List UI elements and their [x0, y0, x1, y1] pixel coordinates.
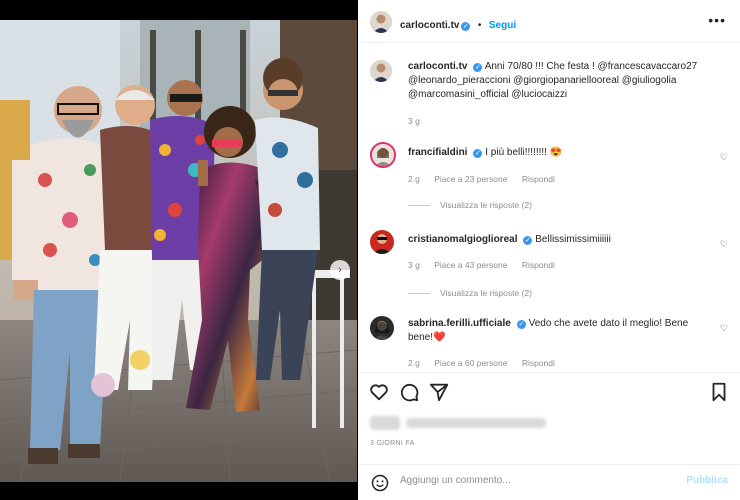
view-replies-button[interactable]: Visualizza le risposte (2): [408, 288, 532, 298]
like-comment-icon[interactable]: ♡: [720, 323, 728, 334]
avatar[interactable]: [370, 230, 394, 254]
comment-username[interactable]: francifialdini: [408, 147, 467, 158]
avatar[interactable]: [370, 60, 392, 82]
post-date: 3 GIORNI FA: [370, 440, 415, 447]
reply-button[interactable]: Rispondi: [522, 174, 555, 184]
comment-item: francifialdini ✓ I più belli!!!!!!!! 😍 ♡ …: [370, 142, 730, 222]
avatar-image: [370, 316, 394, 340]
comment-text-block: sabrina.ferilli.ufficiale ✓ Vedo che avet…: [408, 317, 698, 345]
avatar-image: [370, 11, 392, 33]
like-comment-icon[interactable]: ♡: [720, 152, 728, 163]
comment-time: 3 g: [408, 260, 420, 270]
photo-illustration: [0, 20, 357, 482]
comment-meta: 2 g Piace a 60 persone Rispondi: [408, 358, 567, 368]
comment-item: cristianomalgioglioreal ✓ Bellissimissimi…: [370, 228, 730, 308]
redacted-block: [406, 418, 546, 428]
likes-count-redacted: [370, 414, 546, 430]
post-actions: [358, 372, 740, 406]
follow-button[interactable]: Segui: [489, 20, 516, 31]
chevron-right-icon: ›: [338, 264, 342, 276]
verified-icon: ✓: [516, 320, 526, 329]
verified-icon: ✓: [473, 63, 483, 72]
post-username[interactable]: carloconti.tv: [400, 20, 459, 31]
comment-likes[interactable]: Piace a 43 persone: [434, 260, 507, 270]
comment-likes[interactable]: Piace a 23 persone: [434, 174, 507, 184]
bookmark-icon[interactable]: [708, 381, 730, 403]
emoji-icon[interactable]: [370, 473, 390, 493]
comment-username[interactable]: cristianomalgioglioreal: [408, 234, 517, 245]
avatar-image: [370, 230, 394, 254]
comment-meta: 2 g Piace a 23 persone Rispondi: [408, 174, 567, 184]
comment-username[interactable]: sabrina.ferilli.ufficiale: [408, 318, 511, 329]
comment-time: 2 g: [408, 358, 420, 368]
add-comment-bar: Aggiungi un commento... Pubblica: [358, 464, 740, 500]
comment-icon[interactable]: [398, 381, 420, 403]
publish-button[interactable]: Pubblica: [686, 475, 728, 486]
avatar[interactable]: [370, 142, 396, 168]
comment-text: Bellissimissimiiiiii: [535, 234, 611, 245]
redacted-block: [370, 416, 400, 430]
comment-time: 2 g: [408, 174, 420, 184]
caption-timestamp: 3 g: [408, 116, 420, 126]
add-comment-input[interactable]: Aggiungi un commento...: [400, 475, 511, 486]
post-header: carloconti.tv ✓ • Segui •••: [358, 0, 740, 43]
avatar-image: [372, 144, 394, 166]
avatar[interactable]: [370, 11, 392, 33]
post-modal: › carloconti.tv ✓ • Segui ••• carloconti…: [0, 0, 740, 500]
post-photo[interactable]: ›: [0, 20, 357, 482]
caption-username[interactable]: carloconti.tv: [408, 61, 467, 72]
header-user: carloconti.tv ✓ • Segui: [400, 15, 516, 33]
comment-meta: 3 g Piace a 43 persone Rispondi: [408, 260, 567, 270]
post-details-panel: carloconti.tv ✓ • Segui ••• carloconti.tv…: [358, 0, 740, 500]
reply-button[interactable]: Rispondi: [522, 358, 555, 368]
comment-item: sabrina.ferilli.ufficiale ✓ Vedo che avet…: [370, 314, 730, 370]
avatar[interactable]: [370, 316, 394, 340]
reply-button[interactable]: Rispondi: [522, 260, 555, 270]
comment-likes[interactable]: Piace a 60 persone: [434, 358, 507, 368]
more-options-icon[interactable]: •••: [708, 12, 726, 28]
caption-text-block: carloconti.tv ✓ Anni 70/80 !!! Che festa …: [408, 60, 708, 102]
heart-icon[interactable]: [368, 381, 390, 403]
verified-icon: ✓: [473, 149, 483, 158]
share-icon[interactable]: [428, 381, 450, 403]
next-photo-button[interactable]: ›: [330, 260, 350, 280]
verified-icon: ✓: [523, 236, 533, 245]
verified-icon: ✓: [461, 22, 471, 31]
comment-text-block: francifialdini ✓ I più belli!!!!!!!! 😍: [408, 146, 708, 160]
comment-text: I più belli!!!!!!!! 😍: [485, 147, 563, 158]
comments-list[interactable]: carloconti.tv ✓ Anni 70/80 !!! Che festa …: [358, 44, 740, 370]
like-comment-icon[interactable]: ♡: [720, 239, 728, 250]
caption-time: 3 g: [408, 116, 432, 126]
separator-dot: •: [477, 20, 482, 31]
caption: carloconti.tv ✓ Anni 70/80 !!! Che festa …: [370, 58, 730, 132]
avatar-image: [370, 60, 392, 82]
view-replies-button[interactable]: Visualizza le risposte (2): [408, 200, 532, 210]
comment-text-block: cristianomalgioglioreal ✓ Bellissimissimi…: [408, 233, 708, 247]
